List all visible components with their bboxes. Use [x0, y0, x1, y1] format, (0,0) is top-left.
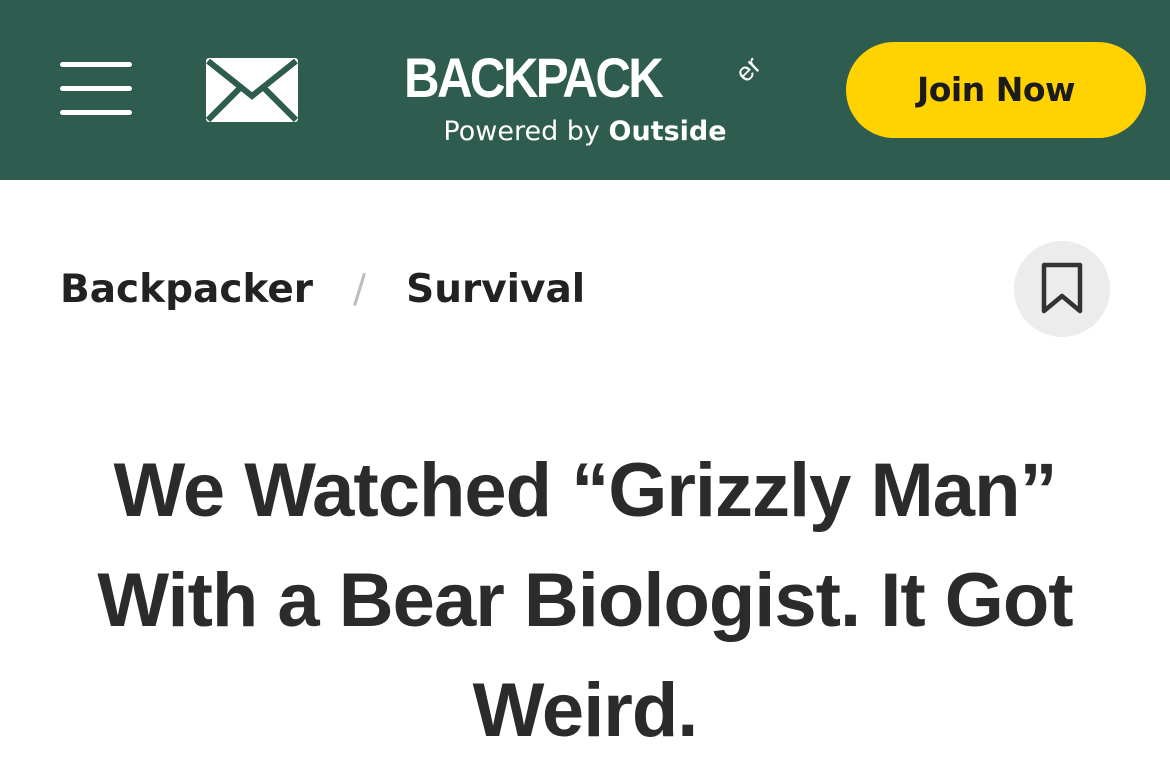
hamburger-menu-icon[interactable] — [60, 60, 132, 118]
menu-bar — [60, 62, 132, 67]
brand-owner: Outside — [608, 116, 727, 147]
powered-by-label: Powered by — [443, 116, 600, 147]
envelope-icon[interactable] — [205, 58, 299, 123]
powered-by-tagline: Powered by Outside — [380, 116, 790, 148]
bookmark-icon — [1041, 262, 1083, 314]
site-header: BACKPACK er Powered by Outside Join Now — [0, 0, 1170, 180]
breadcrumb-separator: / — [353, 267, 367, 312]
brand-suffix: er — [729, 50, 767, 88]
breadcrumb-item-survival[interactable]: Survival — [406, 267, 585, 312]
breadcrumb: Backpacker / Survival — [60, 262, 585, 318]
article-title: We Watched “Grizzly Man” With a Bear Bio… — [97, 448, 1073, 753]
envelope-icon-graphic — [205, 58, 299, 123]
join-now-button[interactable]: Join Now — [846, 42, 1146, 138]
menu-bar — [60, 110, 132, 115]
backpacker-wordmark: BACKPACK er — [404, 48, 769, 108]
breadcrumb-item-backpacker[interactable]: Backpacker — [60, 267, 313, 312]
brand-logo[interactable]: BACKPACK er Powered by Outside — [380, 44, 790, 156]
bookmark-button[interactable] — [1014, 241, 1110, 337]
brand-name: BACKPACK — [404, 46, 664, 109]
menu-bar — [60, 86, 132, 91]
